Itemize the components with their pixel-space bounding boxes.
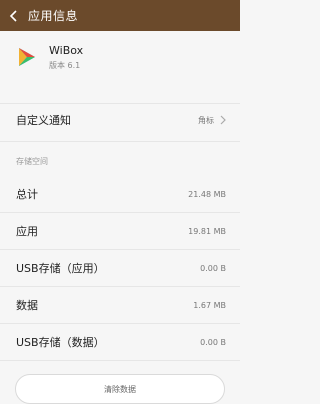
storage-row-usb-data: USB存储（数据） 0.00 B xyxy=(0,324,240,360)
chevron-left-icon xyxy=(9,9,17,22)
storage-row-value: 0.00 B xyxy=(200,263,226,273)
back-button[interactable] xyxy=(0,0,28,31)
divider xyxy=(0,360,240,361)
storage-row-app: 应用 19.81 MB xyxy=(0,213,240,249)
top-app-bar: 应用信息 xyxy=(0,0,240,31)
storage-row-total: 总计 21.48 MB xyxy=(0,176,240,212)
storage-row-label: 应用 xyxy=(16,225,38,238)
custom-notification-row[interactable]: 自定义通知 角标 xyxy=(0,102,240,138)
storage-row-usb-app: USB存储（应用） 0.00 B xyxy=(0,250,240,286)
app-version: 版本 6.1 xyxy=(49,61,81,70)
storage-section-title: 存储空间 xyxy=(16,157,48,166)
app-name: WiBox xyxy=(49,44,84,57)
storage-row-label: 总计 xyxy=(16,188,38,201)
storage-row-label: USB存储（应用） xyxy=(16,262,105,275)
play-triangle-icon xyxy=(19,48,35,66)
page-title: 应用信息 xyxy=(28,9,79,23)
app-header: WiBox 版本 6.1 xyxy=(0,31,240,103)
custom-notification-label: 自定义通知 xyxy=(16,114,71,127)
storage-row-value: 1.67 MB xyxy=(193,300,226,310)
storage-row-value: 19.81 MB xyxy=(188,226,226,236)
custom-notification-value: 角标 xyxy=(198,115,214,125)
divider xyxy=(0,141,240,142)
storage-row-label: USB存储（数据） xyxy=(16,336,105,349)
storage-row-value: 0.00 B xyxy=(200,337,226,347)
chevron-right-icon xyxy=(220,115,226,125)
storage-row-data: 数据 1.67 MB xyxy=(0,287,240,323)
storage-row-label: 数据 xyxy=(16,299,38,312)
storage-row-value: 21.48 MB xyxy=(188,189,226,199)
